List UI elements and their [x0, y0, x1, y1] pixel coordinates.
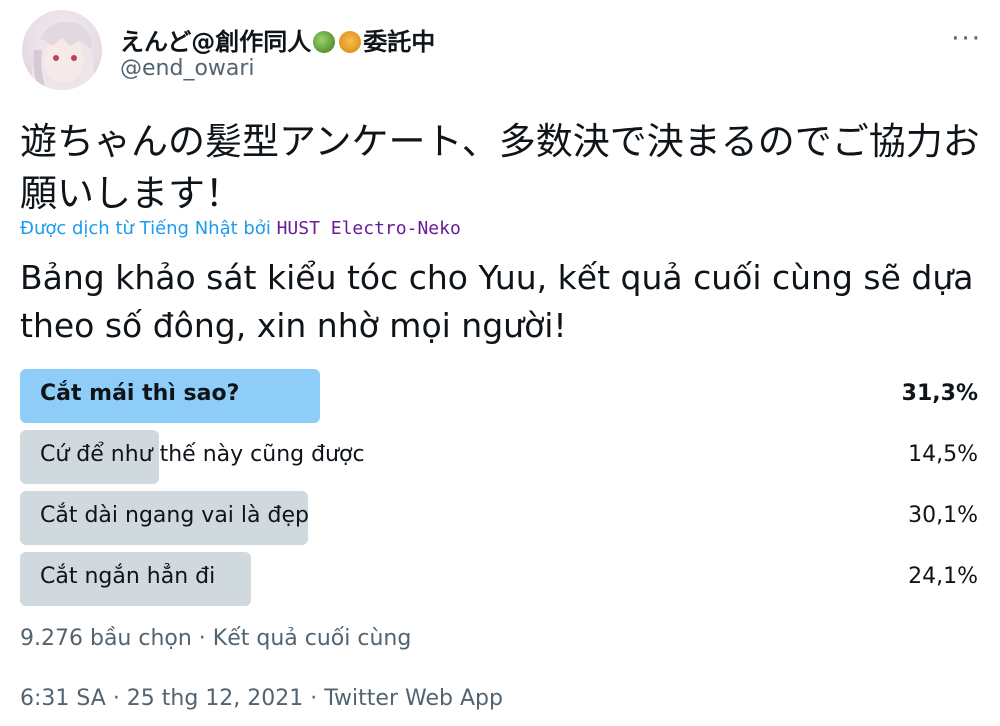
poll-option-label: Cắt dài ngang vai là đẹp: [40, 503, 309, 528]
translation-credit: Được dịch từ Tiếng Nhật bởi HUST Electro…: [20, 218, 461, 239]
poll-option-percent: 14,5%: [908, 442, 978, 467]
tweet-original-text: 遊ちゃんの髪型アンケート、多数決で決まるのでご協力お願いします！: [20, 120, 980, 215]
tweet-timestamp[interactable]: 6:31 SA · 25 thg 12, 2021 · Twitter Web …: [20, 686, 503, 711]
poll-option: Cắt ngắn hẳn đi 24,1%: [20, 552, 980, 606]
poll-option: Cắt mái thì sao? 31,3%: [20, 369, 980, 423]
translation-prefix[interactable]: Được dịch từ Tiếng Nhật bởi: [20, 218, 271, 239]
poll-option-label: Cắt ngắn hẳn đi: [40, 564, 216, 589]
avatar[interactable]: [22, 10, 102, 90]
melon-emoji-icon: [313, 31, 336, 53]
poll-option-percent: 24,1%: [908, 564, 978, 589]
tweet-header: えんど@創作同人 委託中 @end_owari ···: [22, 10, 982, 90]
poll-option-label: Cắt mái thì sao?: [40, 381, 240, 406]
tweet-translated-text: Bảng khảo sát kiểu tóc cho Yuu, kết quả …: [20, 258, 974, 345]
poll: Cắt mái thì sao? 31,3% Cứ để như thế này c…: [20, 369, 980, 613]
more-options-icon[interactable]: ···: [951, 24, 982, 54]
poll-option-percent: 30,1%: [908, 503, 978, 528]
avatar-image: [31, 20, 95, 90]
tiger-emoji-icon: [339, 31, 362, 53]
translator-name: HUST Electro-Neko: [276, 218, 461, 239]
poll-option-percent: 31,3%: [901, 381, 978, 406]
display-name[interactable]: えんど@創作同人 委託中: [120, 22, 435, 57]
poll-option: Cắt dài ngang vai là đẹp 30,1%: [20, 491, 980, 545]
user-handle[interactable]: @end_owari: [120, 56, 255, 81]
poll-option-label: Cứ để như thế này cũng được: [40, 442, 365, 467]
display-name-suffix: 委託中: [363, 28, 436, 56]
poll-footer: 9.276 bầu chọn · Kết quả cuối cùng: [20, 626, 412, 651]
display-name-text: えんど@創作同人: [120, 28, 312, 56]
poll-option: Cứ để như thế này cũng được 14,5%: [20, 430, 980, 484]
